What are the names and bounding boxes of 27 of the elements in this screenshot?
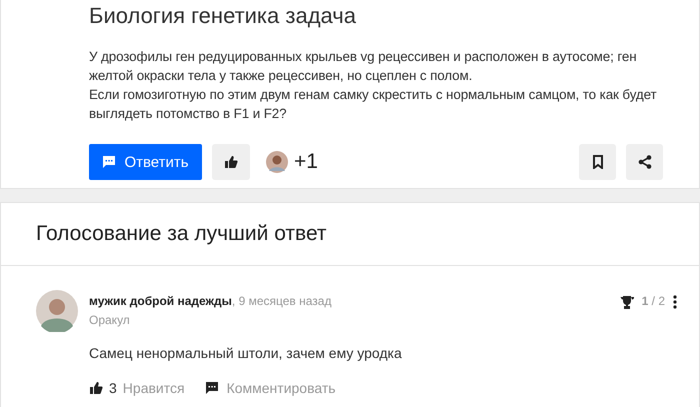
- comment-link[interactable]: Комментировать: [226, 380, 336, 396]
- author-rank: Оракул: [89, 313, 131, 327]
- answer-text: Самец ненормальный штоли, зачем ему уродка: [89, 345, 403, 361]
- section-title: Голосование за лучший ответ: [36, 222, 327, 246]
- share-icon: [638, 155, 652, 169]
- like-link[interactable]: Нравится: [122, 380, 185, 396]
- avatar-icon[interactable]: [36, 290, 78, 332]
- comment-icon: [102, 155, 116, 169]
- bookmark-icon: [592, 155, 604, 169]
- comment-icon[interactable]: [204, 381, 219, 395]
- thumbs-up-icon: [224, 155, 238, 169]
- question-text: У дрозофилы ген редуцированных крыльев vg рецессивен и расположен в аутосоме; ген желтой окраски тела у также рецессивен, но сцеплен с полом.: [89, 48, 638, 85]
- like-button[interactable]: [212, 144, 250, 180]
- answer-time: , 9 месяцев назад: [232, 294, 332, 308]
- trophy-icon: [620, 296, 634, 309]
- likers-count: +1: [294, 150, 318, 174]
- more-icon[interactable]: [673, 295, 677, 309]
- question-title: Биология генетика задача: [89, 2, 357, 29]
- question-text: Если гомозиготную по этим двум генам самку скрестить с нормальным самцом, то как будет выглядеть потомство в F1 и F2?: [89, 86, 658, 123]
- vote-score: 1 / 2: [642, 294, 665, 308]
- bookmark-button[interactable]: [579, 144, 616, 180]
- avatar-icon[interactable]: [266, 151, 288, 173]
- like-icon[interactable]: [89, 381, 103, 395]
- author-name[interactable]: мужик доброй надежды: [89, 294, 232, 308]
- share-button[interactable]: [626, 144, 663, 180]
- like-count: 3: [109, 380, 117, 396]
- reply-button[interactable]: Ответить: [89, 144, 202, 180]
